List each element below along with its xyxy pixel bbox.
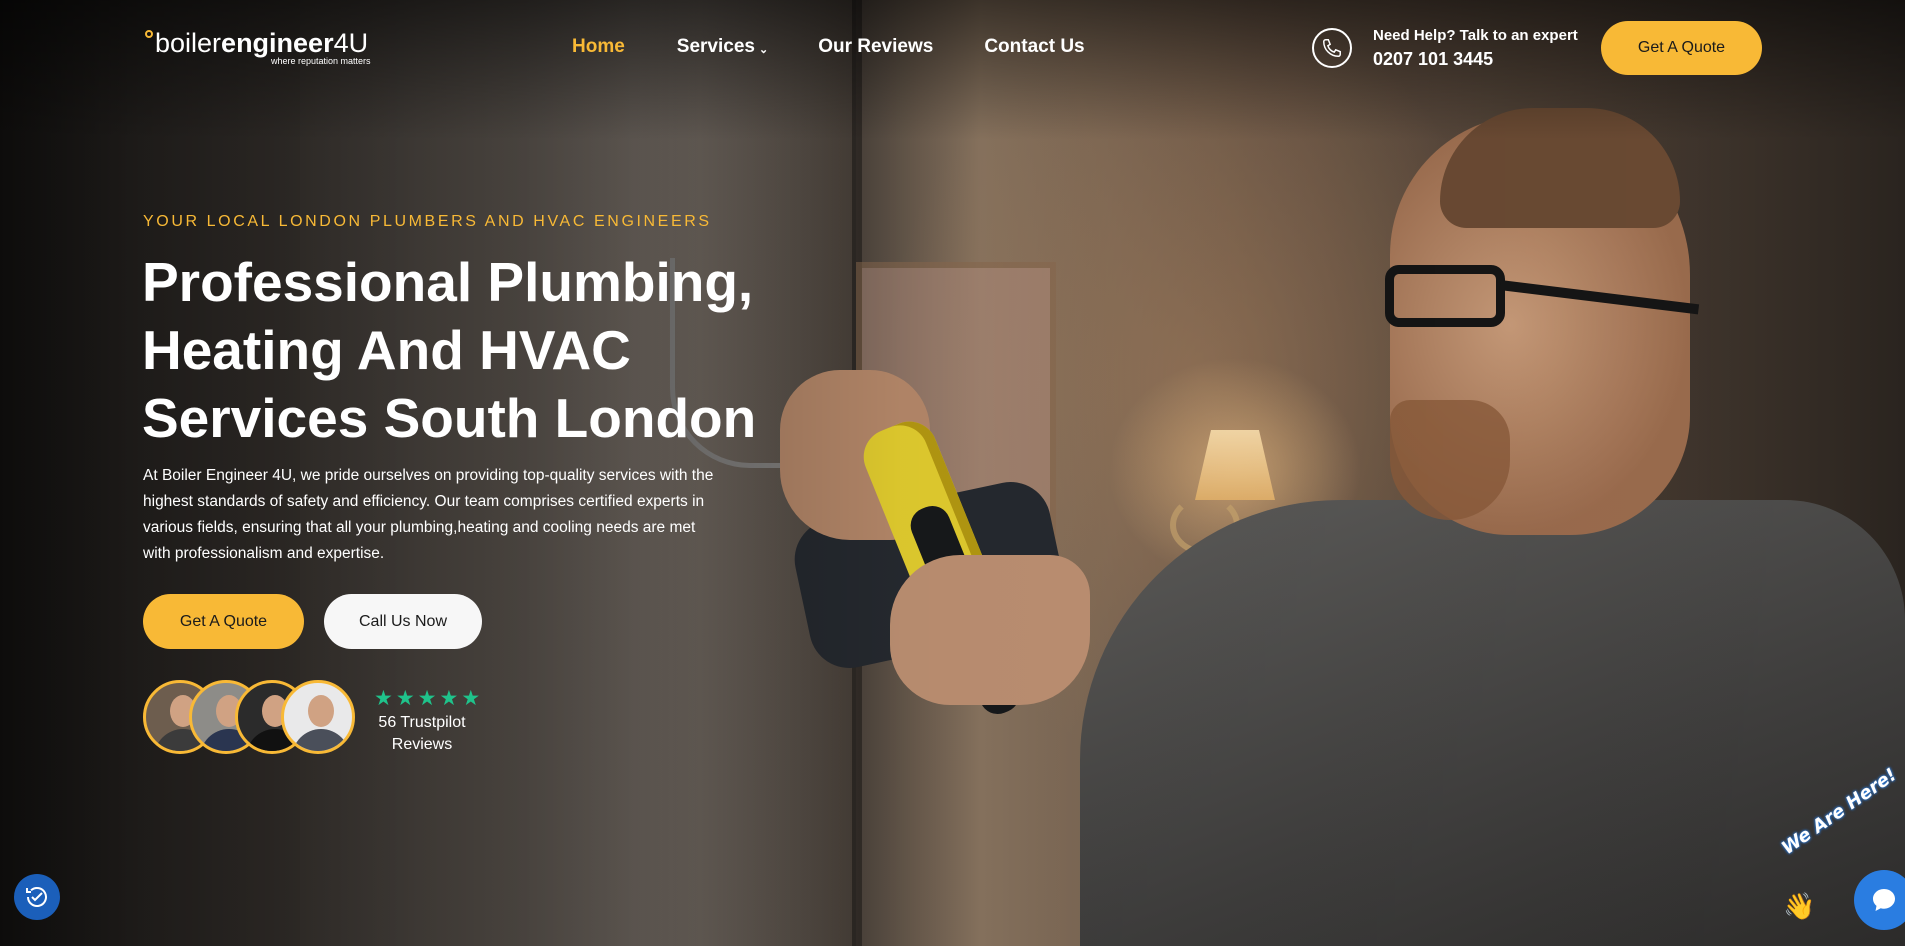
hero-headline-line-3: Services South London	[142, 387, 757, 449]
hero-headline-line-2: Heating And HVAC	[142, 319, 631, 381]
star-icon: ★	[374, 686, 393, 710]
logo-word-regular: boiler	[155, 28, 222, 58]
hero-get-quote-button[interactable]: Get A Quote	[143, 594, 304, 649]
hero-headline: Professional Plumbing, Heating And HVAC …	[142, 248, 782, 452]
trustpilot-stars: ★ ★ ★ ★ ★	[374, 688, 480, 709]
logo-wordmark: boilerengineer4U	[155, 28, 368, 59]
waving-hand-icon: 👋	[1783, 892, 1816, 922]
customer-avatars	[143, 680, 358, 754]
header-phone-number[interactable]: 0207 101 3445	[1373, 49, 1493, 70]
nav-contact-us[interactable]: Contact Us	[984, 36, 1084, 58]
header-get-quote-button[interactable]: Get A Quote	[1601, 21, 1762, 75]
logo-tagline: where reputation matters	[271, 56, 371, 66]
avatar	[281, 680, 355, 754]
nav-services-label: Services	[676, 36, 755, 57]
logo-suffix: 4U	[333, 28, 369, 58]
accessibility-icon	[26, 887, 47, 907]
chat-icon	[1873, 889, 1895, 911]
hero-eyebrow: YOUR LOCAL LONDON PLUMBERS AND HVAC ENGI…	[143, 213, 712, 230]
accessibility-button[interactable]	[14, 874, 60, 920]
nav-our-reviews[interactable]: Our Reviews	[818, 36, 933, 58]
phone-icon[interactable]	[1312, 28, 1352, 68]
site-header: boilerengineer4U where reputation matter…	[0, 0, 1905, 96]
hero-headline-line-1: Professional Plumbing,	[142, 251, 754, 313]
star-icon: ★	[439, 686, 459, 710]
trustpilot-reviews-link[interactable]: 56 Trustpilot Reviews	[370, 712, 474, 756]
star-icon: ★	[395, 686, 415, 710]
call-us-now-button[interactable]: Call Us Now	[324, 594, 482, 649]
hero-intro-paragraph: At Boiler Engineer 4U, we pride ourselve…	[143, 467, 714, 562]
site-logo[interactable]: boilerengineer4U where reputation matter…	[145, 28, 385, 74]
chevron-down-icon: ⌄	[758, 43, 769, 56]
logo-ring-icon	[145, 30, 153, 38]
logo-word-bold: engineer	[221, 28, 334, 58]
nav-services[interactable]: Services ⌄	[677, 36, 768, 58]
star-icon: ★	[417, 686, 437, 710]
help-text: Need Help? Talk to an expert	[1373, 27, 1578, 44]
nav-home[interactable]: Home	[572, 36, 625, 58]
star-icon: ★	[461, 686, 481, 710]
chat-launcher-button[interactable]	[1854, 870, 1905, 930]
main-nav: Home Services ⌄ Our Reviews Contact Us	[572, 36, 1085, 58]
